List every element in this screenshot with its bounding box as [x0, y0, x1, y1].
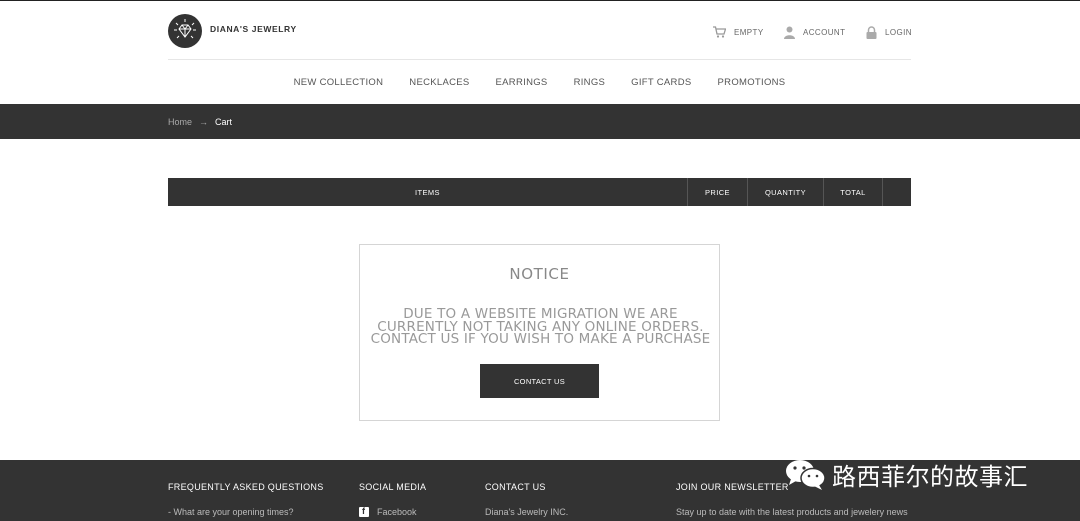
footer-contact: CONTACT US Diana's Jewelry INC. — [485, 482, 568, 517]
notice-message: Due to a website migration we are curren… — [370, 306, 711, 348]
footer-contact-item: Diana's Jewelry INC. — [485, 507, 569, 517]
cart-status: EMPTY — [734, 27, 764, 37]
watermark-text: 路西菲尔的故事汇 — [832, 462, 1028, 491]
nav-item-promotions[interactable]: PROMOTIONS — [705, 77, 799, 88]
footer-faq: FREQUENTLY ASKED QUESTIONS - What are yo… — [168, 482, 324, 517]
breadcrumb-bar: Home → Cart — [0, 104, 1080, 139]
column-quantity: QUANTITY — [748, 178, 824, 206]
lock-icon — [866, 25, 877, 39]
footer-newsletter-text: Stay up to date with the latest products… — [676, 507, 908, 517]
breadcrumb-current: Cart — [215, 117, 233, 127]
cart-link[interactable]: EMPTY — [713, 24, 764, 40]
brand-name[interactable]: DIANA'S JEWELRY — [210, 24, 297, 34]
main-nav: NEW COLLECTION NECKLACES EARRINGS RINGS … — [168, 60, 911, 105]
login-label: LOGIN — [885, 27, 912, 37]
nav-item-earrings[interactable]: EARRINGS — [483, 77, 561, 88]
column-price: PRICE — [688, 178, 748, 206]
facebook-icon: f — [359, 506, 369, 517]
notice-box: NOTICE Due to a website migration we are… — [359, 244, 720, 421]
facebook-label: Facebook — [377, 507, 417, 517]
user-icon — [784, 26, 795, 39]
site-header: DIANA'S JEWELRY EMPTY ACCOUNT LOGIN — [168, 0, 912, 60]
nav-item-rings[interactable]: RINGS — [561, 77, 619, 88]
cart-table-header: ITEMS PRICE QUANTITY TOTAL — [168, 178, 911, 206]
breadcrumb-home[interactable]: Home — [168, 117, 192, 127]
nav-item-necklaces[interactable]: NECKLACES — [396, 77, 482, 88]
footer-faq-heading: FREQUENTLY ASKED QUESTIONS — [168, 482, 324, 492]
login-link[interactable]: LOGIN — [866, 24, 912, 40]
nav-item-gift-cards[interactable]: GIFT CARDS — [618, 77, 704, 88]
cart-icon — [713, 26, 726, 38]
brand-logo-icon[interactable] — [168, 14, 202, 48]
account-label: ACCOUNT — [803, 27, 846, 37]
column-total: TOTAL — [824, 178, 883, 206]
footer-social: SOCIAL MEDIA f Facebook — [359, 482, 426, 517]
contact-us-button[interactable]: CONTACT US — [480, 364, 599, 398]
breadcrumb-arrow-icon: → — [199, 117, 209, 127]
footer-contact-heading: CONTACT US — [485, 482, 546, 492]
watermark: 路西菲尔的故事汇 — [784, 456, 1028, 492]
breadcrumb: Home → Cart — [168, 117, 232, 127]
column-items: ITEMS — [168, 178, 688, 206]
account-link[interactable]: ACCOUNT — [784, 24, 845, 40]
notice-title: NOTICE — [509, 265, 570, 283]
wechat-icon — [786, 460, 826, 490]
footer-social-heading: SOCIAL MEDIA — [359, 482, 427, 492]
facebook-link[interactable]: f Facebook — [359, 506, 426, 517]
column-remove — [883, 178, 911, 206]
nav-item-new-collection[interactable]: NEW COLLECTION — [281, 77, 397, 88]
footer-faq-item[interactable]: - What are your opening times? — [168, 507, 324, 517]
